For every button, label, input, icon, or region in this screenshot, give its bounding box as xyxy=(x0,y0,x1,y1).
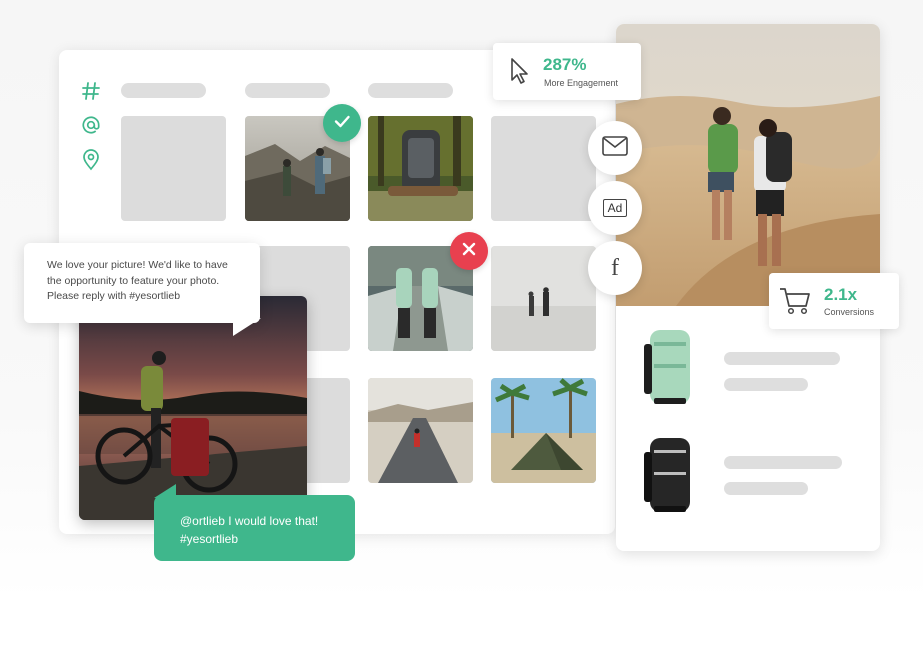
product-title-placeholder xyxy=(724,456,842,469)
email-channel-button[interactable] xyxy=(588,121,642,175)
reply-line: #yesortlieb xyxy=(180,532,239,546)
photo-cyclist-road[interactable] xyxy=(368,378,473,483)
bubble-tail xyxy=(233,318,261,336)
column-header-placeholder xyxy=(121,83,206,98)
photo-backpack-forest[interactable] xyxy=(368,116,473,221)
product-title-placeholder xyxy=(724,352,840,365)
mail-icon xyxy=(602,135,628,161)
cursor-icon xyxy=(509,57,531,90)
at-icon[interactable] xyxy=(80,114,102,136)
column-header-placeholder xyxy=(245,83,330,98)
product-image-mint-backpack[interactable] xyxy=(640,324,700,408)
conversion-value: 2.1x xyxy=(824,285,858,304)
reply-line: @ortlieb I would love that! xyxy=(180,514,319,528)
check-icon xyxy=(333,112,351,135)
conversion-label: Conversions xyxy=(824,307,875,317)
hashtag-icon[interactable] xyxy=(80,80,102,102)
photo-tent-beach[interactable] xyxy=(491,378,596,483)
reply-bubble: @ortlieb I would love that! #yesortlieb xyxy=(154,495,355,561)
facebook-icon: f xyxy=(611,254,619,281)
location-pin-icon[interactable] xyxy=(80,148,102,171)
engagement-label: More Engagement xyxy=(544,78,619,88)
engagement-value: 287% xyxy=(543,55,587,74)
ad-icon: Ad xyxy=(602,199,628,217)
product-subtitle-placeholder xyxy=(724,482,808,495)
comment-request-bubble: We love your picture! We'd like to have … xyxy=(24,243,260,323)
comment-line: Please reply with #yesortlieb xyxy=(47,290,181,302)
conversion-stat-card: 2.1x Conversions xyxy=(769,273,899,329)
photo-desert-hikers xyxy=(616,24,880,306)
facebook-channel-button[interactable]: f xyxy=(588,241,642,295)
product-image-black-backpack[interactable] xyxy=(640,432,700,516)
comment-line: the opportunity to feature your photo. xyxy=(47,274,220,287)
approve-badge[interactable] xyxy=(323,104,361,142)
photo-placeholder xyxy=(491,116,596,221)
column-header-placeholder xyxy=(368,83,453,98)
engagement-stat-card: 287% More Engagement xyxy=(493,43,641,100)
featured-photo-cyclist-sunset xyxy=(79,296,307,520)
product-subtitle-placeholder xyxy=(724,378,808,391)
ad-channel-button[interactable]: Ad xyxy=(588,181,642,235)
photo-placeholder xyxy=(121,116,226,221)
cart-icon xyxy=(779,287,811,320)
reject-badge[interactable] xyxy=(450,232,488,270)
photo-hikers-fog[interactable] xyxy=(491,246,596,351)
comment-line: We love your picture! We'd like to have xyxy=(47,259,228,271)
close-icon xyxy=(461,241,477,262)
